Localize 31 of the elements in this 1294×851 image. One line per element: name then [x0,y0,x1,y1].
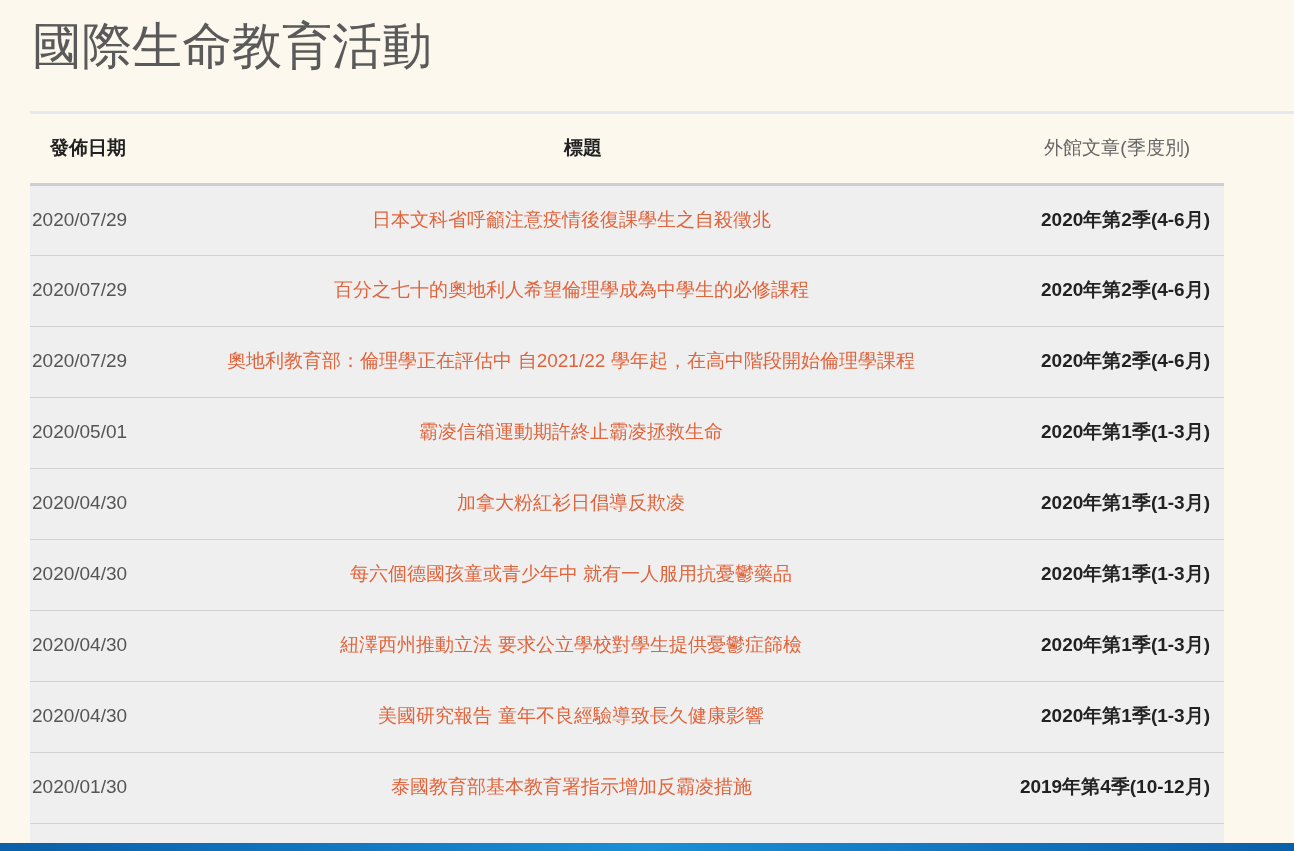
date-cell: 2020/04/30 [30,539,162,610]
date-cell: 2020/01/30 [30,752,162,823]
date-cell: 2020/04/30 [30,610,162,681]
article-link[interactable]: 紐澤西州推動立法 要求公立學校對學生提供憂鬱症篩檢 [340,634,802,656]
column-header: 標題 [162,114,980,184]
quarter-cell: 2020年第1季(1-3月) [980,397,1224,468]
quarter-cell: 2020年第2季(4-6月) [980,326,1224,397]
column-header: 外館文章(季度別) [980,114,1224,184]
article-link[interactable]: 加拿大粉紅衫日倡導反欺凌 [457,492,685,514]
quarter-cell: 2020年第1季(1-3月) [980,610,1224,681]
article-link[interactable]: 日本文科省呼籲注意疫情後復課學生之自殺徵兆 [371,208,771,230]
date-cell: 2020/07/29 [30,184,162,255]
page-title: 國際生命教育活動 [31,16,432,77]
article-link[interactable]: 奧地利教育部：倫理學正在評估中 自2021/22 學年起，在高中階段開始倫理學課程 [227,350,915,372]
quarter-cell: 2020年第2季(4-6月) [980,255,1224,326]
quarter-cell: 2020年第1季(1-3月) [980,539,1224,610]
article-link[interactable]: 泰國教育部基本教育署指示增加反霸凌措施 [390,776,752,798]
article-link[interactable]: 百分之七十的奧地利人希望倫理學成為中學生的必修課程 [333,279,809,301]
date-cell: 2020/04/30 [30,681,162,752]
article-link[interactable]: 霸凌信箱運動期許終止霸凌拯救生命 [419,421,723,443]
quarter-cell: 2020年第2季(4-6月) [980,184,1224,255]
article-link[interactable]: 每六個德國孩童或青少年中 就有一人服用抗憂鬱藥品 [349,563,793,585]
date-cell: 2020/05/01 [30,397,162,468]
date-cell: 2020/07/29 [30,255,162,326]
quarter-cell: 2020年第1季(1-3月) [980,681,1224,752]
date-cell: 2020/07/29 [30,326,162,397]
article-link[interactable]: 美國研究報告 童年不良經驗導致長久健康影響 [378,705,764,727]
quarter-cell: 2020年第1季(1-3月) [980,468,1224,539]
date-cell: 2020/04/30 [30,468,162,539]
column-header: 發佈日期 [30,114,162,184]
quarter-cell: 2019年第4季(10-12月) [980,752,1224,823]
